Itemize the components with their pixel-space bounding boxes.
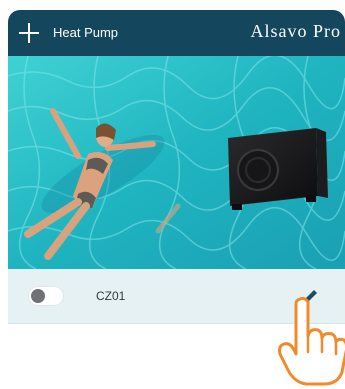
device-name: CZ01 [96,289,126,303]
power-toggle[interactable] [28,286,64,306]
plus-icon[interactable] [19,23,39,43]
brand-logo: Alsavo Pro [250,21,341,41]
toggle-knob [31,289,45,303]
header-title: Heat Pump [53,25,119,40]
app-screen: Heat Pump Alsavo Pro CZ01 [8,10,345,324]
hero-image [8,56,345,269]
hand-pointer-icon [278,296,345,386]
app-header: Heat Pump Alsavo Pro [8,10,345,56]
